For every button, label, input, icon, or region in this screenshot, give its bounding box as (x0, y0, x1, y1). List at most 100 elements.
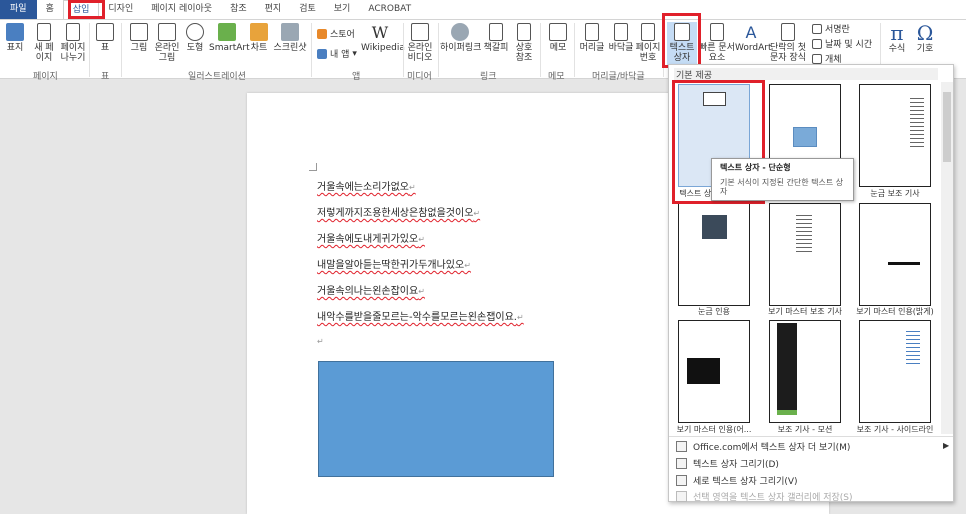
shapes-button[interactable]: 도형 (184, 23, 206, 53)
margin-crop-mark (309, 163, 317, 171)
body-paragraph[interactable]: 내말을알아듣는딱한귀가두개나있오↵ (317, 256, 471, 271)
gallery-item-master-quote-light[interactable] (859, 203, 931, 306)
drop-cap-icon (781, 23, 795, 41)
master-quote-bar-preview (888, 262, 920, 265)
store-button[interactable]: 스토어 (317, 27, 355, 40)
scrollbar-thumb[interactable] (943, 92, 951, 162)
gallery-item-sideline-sidebar[interactable] (859, 320, 931, 423)
comment-button[interactable]: 메모 (546, 23, 570, 53)
save-gallery-icon (676, 491, 687, 502)
footer-button[interactable]: 바닥글 (607, 23, 635, 53)
apps-icon (317, 48, 327, 59)
picture-icon (130, 23, 148, 41)
wikipedia-button[interactable]: W Wikipedia (361, 23, 405, 53)
motion-sidebar-preview (777, 323, 797, 415)
page-number-button[interactable]: 페이지 번호 (635, 23, 661, 63)
chart-icon (250, 23, 268, 41)
tab-acrobat[interactable]: ACROBAT (359, 0, 420, 19)
body-paragraph[interactable]: 거울속의나는왼손잡이요↵ (317, 282, 425, 297)
object-icon (812, 53, 822, 64)
gallery-label: 보조 기사 - 사이드라인 (856, 425, 934, 434)
header-button[interactable]: 머리글 (578, 23, 606, 53)
blank-page-button[interactable]: 새 페 이지 (30, 23, 58, 63)
video-icon (411, 23, 429, 41)
hyperlink-button[interactable]: 하이퍼링크 (440, 23, 481, 53)
comment-icon (549, 23, 567, 41)
tab-file[interactable]: 파일 (0, 0, 37, 19)
dark-quote-preview (687, 358, 720, 384)
quick-parts-button[interactable]: 빠른 문서 요소 (698, 23, 736, 63)
empty-paragraph-mark: ↵ (317, 337, 324, 346)
tab-references[interactable]: 참조 (221, 0, 256, 19)
smartart-icon (218, 23, 236, 41)
sidebar-text-preview (910, 98, 924, 148)
drop-cap-button[interactable]: 단락의 첫 문자 장식 (767, 23, 809, 63)
my-apps-button[interactable]: 내 앱 ▾ (317, 47, 357, 60)
tooltip-description: 기본 서식이 지정된 간단한 텍스트 상자 (720, 178, 844, 196)
online-picture-button[interactable]: 온라인 그림 (153, 23, 181, 63)
gallery-section-header: 기본 제공 (674, 68, 938, 81)
motion-green-bar (777, 410, 797, 415)
blue-rectangle-shape[interactable] (318, 361, 554, 477)
cross-reference-button[interactable]: 상호 참조 (512, 23, 536, 63)
draw-vertical-text-box-menu-item[interactable]: 세로 텍스트 상자 그리기(V) (676, 474, 798, 487)
wordart-icon: A (745, 23, 757, 42)
symbol-button[interactable]: Ω 기호 (912, 22, 938, 54)
footer-icon (614, 23, 628, 41)
blank-page-icon (37, 23, 51, 41)
gallery-label: 눈금 인용 (698, 307, 730, 316)
header-icon (585, 23, 599, 41)
text-box-button[interactable]: 텍스트 상자 (667, 22, 697, 66)
draw-text-box-icon (676, 458, 687, 469)
save-to-gallery-menu-item: 선택 영역을 텍스트 상자 갤러리에 저장(S) (676, 490, 853, 503)
online-video-button[interactable]: 온라인 비디오 (406, 23, 434, 63)
master-sidebar-text-preview (796, 215, 812, 255)
equation-button[interactable]: π 수식 (884, 22, 910, 54)
omega-icon: Ω (916, 21, 934, 45)
tab-mailings[interactable]: 편지 (256, 0, 291, 19)
online-picture-icon (158, 23, 176, 41)
quote-box-preview (702, 215, 727, 239)
page-break-button[interactable]: 페이지 나누기 (59, 23, 87, 63)
more-text-boxes-menu-item[interactable]: Office.com에서 텍스트 상자 더 보기(M) (676, 440, 850, 453)
table-button[interactable]: 표 (94, 23, 116, 53)
calendar-icon (812, 38, 822, 49)
body-paragraph[interactable]: 거울속에는소리가없오↵ (317, 178, 416, 193)
signature-icon (812, 23, 822, 34)
chart-button[interactable]: 차트 (248, 23, 270, 53)
table-grid-icon (96, 23, 114, 41)
tab-review[interactable]: 검토 (290, 0, 325, 19)
tab-design[interactable]: 디자인 (99, 0, 142, 19)
tab-page-layout[interactable]: 페이지 레이아웃 (142, 0, 221, 19)
blue-box-preview (793, 127, 817, 147)
bookmark-button[interactable]: 책갈피 (482, 23, 510, 53)
gallery-label: 보기 마스터 인용(밝게) (856, 307, 934, 316)
tooltip: 텍스트 상자 - 단순형 기본 서식이 지정된 간단한 텍스트 상자 (711, 158, 854, 201)
cross-reference-icon (517, 23, 531, 41)
tab-view[interactable]: 보기 (325, 0, 360, 19)
tab-home[interactable]: 홈 (37, 0, 63, 19)
picture-button[interactable]: 그림 (128, 23, 150, 53)
cover-page-icon (6, 23, 24, 41)
cover-page-button[interactable]: 표지 (3, 23, 27, 53)
date-time-button[interactable]: 날짜 및 시간 (812, 37, 872, 50)
wikipedia-icon: W (371, 23, 389, 42)
smartart-button[interactable]: SmartArt (209, 23, 250, 53)
page-break-icon (66, 23, 80, 41)
body-paragraph[interactable]: 내악수를받을줄모르는-악수를모르는왼손잽이요.↵ (317, 308, 524, 323)
office-icon (676, 441, 687, 452)
vertical-text-box-icon (676, 475, 687, 486)
signature-line-button[interactable]: 서명란 (812, 22, 850, 35)
tab-insert[interactable]: 삽입 (62, 0, 100, 19)
camera-icon (281, 23, 299, 41)
wordart-button[interactable]: A WordArt (735, 23, 772, 53)
gallery-scrollbar[interactable] (941, 82, 953, 434)
text-box-icon (674, 23, 690, 41)
quick-parts-icon (710, 23, 724, 41)
body-paragraph[interactable]: 거울속에도내게귀가있오↵ (317, 230, 425, 245)
ribbon-tab-bar: 파일 홈 삽입 디자인 페이지 레이아웃 참조 편지 검토 보기 ACROBAT (0, 0, 966, 19)
body-paragraph[interactable]: 저렇게까지조용한세상은참없을것이오↵ (317, 204, 480, 219)
draw-text-box-menu-item[interactable]: 텍스트 상자 그리기(D) (676, 457, 779, 470)
screenshot-button[interactable]: 스크린샷 (273, 23, 307, 53)
tooltip-title: 텍스트 상자 - 단순형 (720, 163, 791, 172)
